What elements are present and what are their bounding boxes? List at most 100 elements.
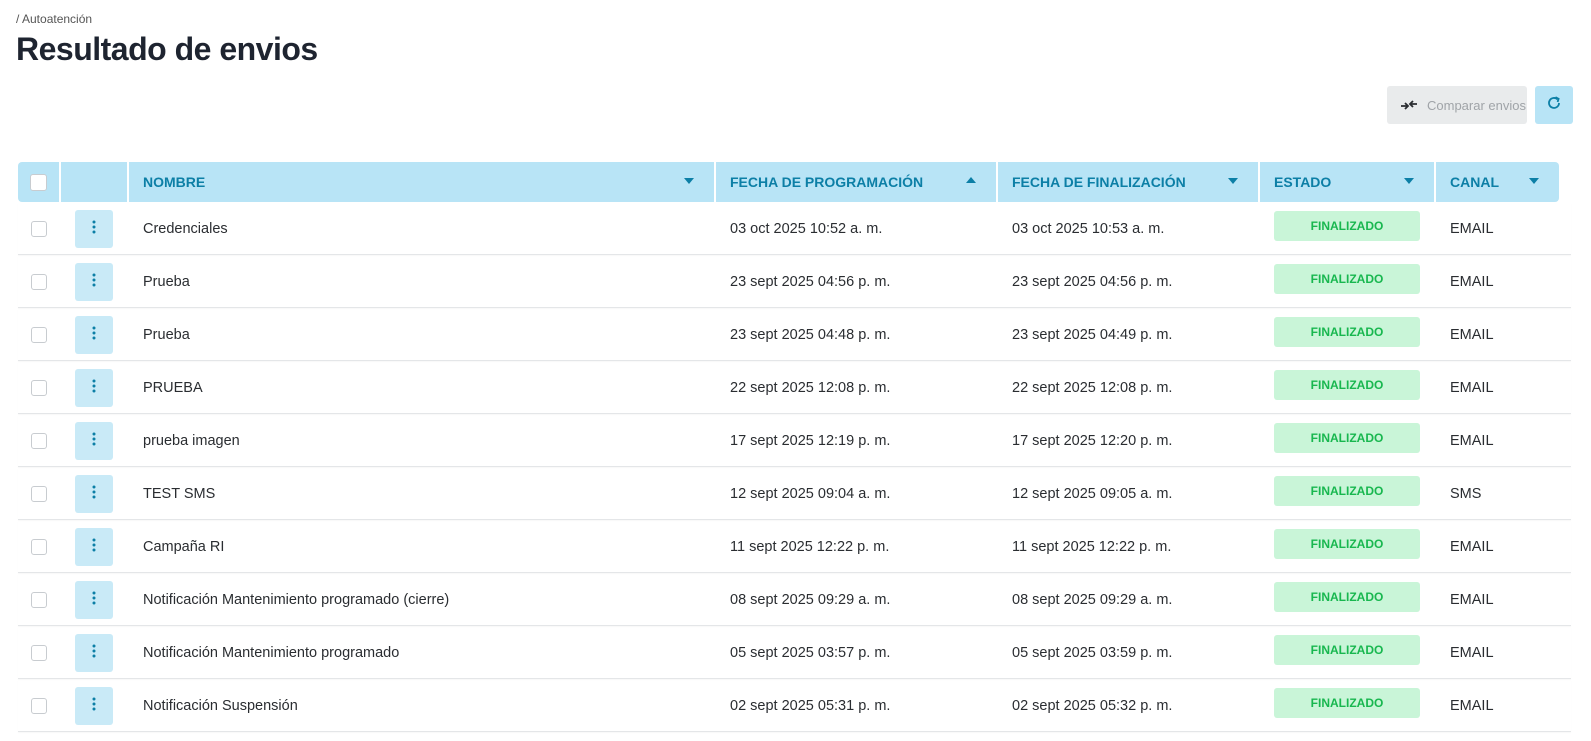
table-row[interactable]: Prueba 23 sept 2025 04:56 p. m. 23 sept … <box>18 256 1571 308</box>
row-menu-button[interactable] <box>75 209 113 248</box>
column-header-nombre[interactable]: NOMBRE <box>129 162 714 202</box>
row-checkbox[interactable] <box>30 485 47 502</box>
sort-down-icon[interactable] <box>1404 178 1414 184</box>
row-actions-cell <box>61 203 127 254</box>
column-label: NOMBRE <box>143 174 206 190</box>
row-actions-cell <box>61 680 127 731</box>
row-select-cell <box>18 309 59 360</box>
select-all-checkbox[interactable] <box>30 173 47 191</box>
vertical-dots-icon <box>92 485 96 503</box>
row-menu-button[interactable] <box>75 262 113 301</box>
row-menu-button[interactable] <box>75 580 113 619</box>
row-checkbox[interactable] <box>30 220 47 237</box>
row-menu-button[interactable] <box>75 474 113 513</box>
table-row[interactable]: Notificación Mantenimiento programado (c… <box>18 574 1571 626</box>
sort-up-icon[interactable] <box>966 177 976 183</box>
row-menu-button[interactable] <box>75 633 113 672</box>
table-body: Credenciales 03 oct 2025 10:52 a. m. 03 … <box>18 203 1571 732</box>
table-row[interactable]: Credenciales 03 oct 2025 10:52 a. m. 03 … <box>18 203 1571 255</box>
status-badge: FINALIZADO <box>1274 581 1420 612</box>
fecha-finalizacion-text: 23 sept 2025 04:49 p. m. <box>1012 326 1173 343</box>
vertical-dots-icon <box>92 379 96 397</box>
cell-nombre: Notificación Mantenimiento programado (c… <box>129 574 714 625</box>
row-checkbox[interactable] <box>30 432 47 449</box>
cell-canal: EMAIL <box>1436 574 1559 625</box>
fecha-finalizacion-text: 11 sept 2025 12:22 p. m. <box>1012 538 1172 555</box>
fecha-finalizacion-text: 22 sept 2025 12:08 p. m. <box>1012 379 1173 396</box>
cell-nombre: Notificación Suspensión <box>129 680 714 731</box>
cell-fecha-finalizacion: 05 sept 2025 03:59 p. m. <box>998 627 1258 678</box>
vertical-dots-icon <box>92 644 96 662</box>
sort-down-icon[interactable] <box>1228 178 1238 184</box>
status-badge: FINALIZADO <box>1274 422 1420 453</box>
table-row[interactable]: Notificación Mantenimiento programado 05… <box>18 627 1571 679</box>
nombre-text: Campaña RI <box>143 538 225 555</box>
sort-down-icon[interactable] <box>684 178 694 184</box>
cell-nombre: Credenciales <box>129 203 714 254</box>
row-menu-button[interactable] <box>75 315 113 354</box>
table-row[interactable]: Campaña RI 11 sept 2025 12:22 p. m. 11 s… <box>18 521 1571 573</box>
cell-estado: FINALIZADO <box>1260 468 1434 519</box>
refresh-button[interactable] <box>1535 86 1573 124</box>
table-row[interactable]: Notificación Suspensión 02 sept 2025 05:… <box>18 680 1571 732</box>
row-checkbox[interactable] <box>30 697 47 714</box>
row-menu-button[interactable] <box>75 421 113 460</box>
cell-fecha-programacion: 05 sept 2025 03:57 p. m. <box>716 627 996 678</box>
row-checkbox[interactable] <box>30 538 47 555</box>
cell-canal: EMAIL <box>1436 415 1559 466</box>
fecha-finalizacion-text: 05 sept 2025 03:59 p. m. <box>1012 644 1173 661</box>
nombre-text: Prueba <box>143 326 190 343</box>
cell-fecha-finalizacion: 23 sept 2025 04:56 p. m. <box>998 256 1258 307</box>
row-checkbox[interactable] <box>30 326 47 343</box>
row-checkbox[interactable] <box>30 379 47 396</box>
results-table: NOMBRE FECHA DE PROGRAMACIÓN FECHA DE FI… <box>18 162 1571 732</box>
status-badge: FINALIZADO <box>1274 634 1420 665</box>
cell-estado: FINALIZADO <box>1260 521 1434 572</box>
row-menu-button[interactable] <box>75 527 113 566</box>
page-title: Resultado de envios <box>16 31 318 67</box>
sort-down-icon[interactable] <box>1529 178 1539 184</box>
nombre-text: Notificación Mantenimiento programado (c… <box>143 591 450 608</box>
nombre-text: PRUEBA <box>143 379 203 396</box>
row-actions-cell <box>61 574 127 625</box>
cell-fecha-programacion: 11 sept 2025 12:22 p. m. <box>716 521 996 572</box>
row-select-cell <box>18 468 59 519</box>
table-row[interactable]: Prueba 23 sept 2025 04:48 p. m. 23 sept … <box>18 309 1571 361</box>
cell-canal: EMAIL <box>1436 203 1559 254</box>
row-actions-cell <box>61 362 127 413</box>
row-select-cell <box>18 627 59 678</box>
fecha-programacion-text: 22 sept 2025 12:08 p. m. <box>730 379 891 396</box>
fecha-finalizacion-text: 02 sept 2025 05:32 p. m. <box>1012 697 1173 714</box>
column-label: FECHA DE FINALIZACIÓN <box>1012 174 1186 190</box>
cell-fecha-programacion: 12 sept 2025 09:04 a. m. <box>716 468 996 519</box>
cell-nombre: Notificación Mantenimiento programado <box>129 627 714 678</box>
status-badge: FINALIZADO <box>1274 263 1420 294</box>
compare-button[interactable]: Comparar envios <box>1387 86 1527 124</box>
fecha-programacion-text: 23 sept 2025 04:48 p. m. <box>730 326 891 343</box>
column-header-canal[interactable]: CANAL <box>1436 162 1559 202</box>
column-header-fecha-finalizacion[interactable]: FECHA DE FINALIZACIÓN <box>998 162 1258 202</box>
row-actions-cell <box>61 256 127 307</box>
cell-canal: SMS <box>1436 468 1559 519</box>
compare-button-label: Comparar envios <box>1427 97 1526 113</box>
vertical-dots-icon <box>92 273 96 291</box>
column-header-fecha-programacion[interactable]: FECHA DE PROGRAMACIÓN <box>716 162 996 202</box>
table-row[interactable]: TEST SMS 12 sept 2025 09:04 a. m. 12 sep… <box>18 468 1571 520</box>
table-row[interactable]: prueba imagen 17 sept 2025 12:19 p. m. 1… <box>18 415 1571 467</box>
row-checkbox[interactable] <box>30 644 47 661</box>
fecha-finalizacion-text: 08 sept 2025 09:29 a. m. <box>1012 591 1173 608</box>
fecha-programacion-text: 12 sept 2025 09:04 a. m. <box>730 485 891 502</box>
column-header-estado[interactable]: ESTADO <box>1260 162 1434 202</box>
header-actions-cell <box>61 162 127 202</box>
table-row[interactable]: PRUEBA 22 sept 2025 12:08 p. m. 22 sept … <box>18 362 1571 414</box>
status-badge: FINALIZADO <box>1274 528 1420 559</box>
cell-fecha-finalizacion: 11 sept 2025 12:22 p. m. <box>998 521 1258 572</box>
cell-canal: EMAIL <box>1436 627 1559 678</box>
row-menu-button[interactable] <box>75 686 113 725</box>
cell-fecha-programacion: 02 sept 2025 05:31 p. m. <box>716 680 996 731</box>
canal-text: EMAIL <box>1450 538 1494 555</box>
canal-text: EMAIL <box>1450 273 1494 290</box>
row-checkbox[interactable] <box>30 591 47 608</box>
row-menu-button[interactable] <box>75 368 113 407</box>
row-checkbox[interactable] <box>30 273 47 290</box>
